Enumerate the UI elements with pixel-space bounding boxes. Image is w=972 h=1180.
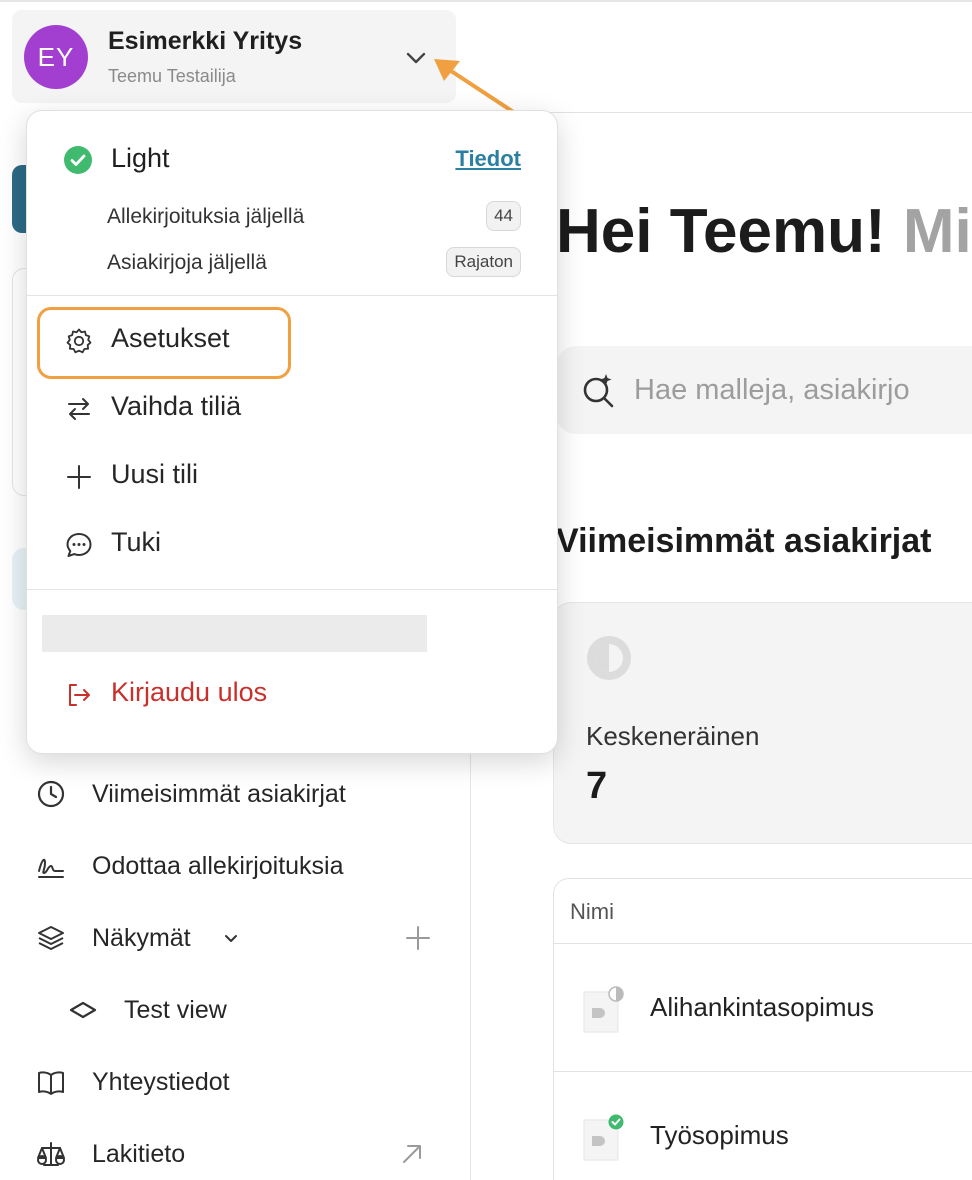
sidebar-item-legal[interactable]: Lakitieto [20, 1124, 440, 1180]
external-link-icon[interactable] [398, 1140, 426, 1168]
switch-arrows-icon [68, 398, 90, 420]
annotation-highlight [37, 307, 291, 379]
sidebar-item-contacts[interactable]: Yhteystiedot [20, 1052, 440, 1112]
document-in-progress-icon [583, 986, 624, 1033]
menu-item-support[interactable]: Tuki [37, 514, 547, 576]
chevron-down-icon[interactable] [223, 933, 239, 945]
section-title: Viimeisimmät asiakirjat [556, 522, 932, 560]
quota-label: Allekirjoituksia jäljellä [107, 205, 305, 228]
plus-icon[interactable] [404, 924, 432, 952]
menu-item-label: Kirjaudu ulos [111, 677, 268, 707]
menu-item-label: Tuki [111, 527, 162, 557]
stat-card-in-progress[interactable]: Keskeneräinen 7 [553, 602, 972, 844]
search-input[interactable] [634, 368, 972, 412]
plan-details-link[interactable]: Tiedot [455, 146, 521, 172]
sidebar-item-awaiting-signatures[interactable]: Odottaa allekirjoituksia [20, 836, 440, 896]
stat-label: Keskeneräinen [586, 721, 760, 751]
plus-icon [67, 465, 91, 489]
stat-value: 7 [586, 765, 608, 807]
chat-bubble-icon [66, 533, 92, 557]
account-switcher[interactable]: EY Esimerkki Yritys Teemu Testailija [12, 10, 456, 103]
menu-item-label: Uusi tili [111, 459, 199, 489]
company-name: Esimerkki Yritys [108, 27, 303, 55]
check-circle-icon [64, 146, 92, 174]
scale-icon [37, 1142, 65, 1166]
quota-badge: 44 [486, 201, 521, 231]
documents-table: Nimi Alihankintasopimus Työsopimus [553, 878, 972, 1180]
sidebar-item-label: Odottaa allekirjoituksia [92, 852, 344, 880]
half-circle-icon [587, 636, 631, 680]
sidebar-item-label: Yhteystiedot [92, 1068, 230, 1096]
sidebar-item-label: Test view [124, 996, 227, 1024]
greeting-subtext: Mit [902, 197, 972, 266]
divider [27, 295, 557, 296]
search-bar[interactable] [556, 346, 972, 434]
book-icon [38, 1071, 64, 1095]
sidebar-item-views[interactable]: Näkymät [20, 908, 440, 968]
user-name: Teemu Testailija [108, 66, 236, 86]
column-header-name[interactable]: Nimi [570, 899, 614, 925]
menu-item-switch-account[interactable]: Vaihda tiliä [37, 378, 547, 440]
clock-icon [37, 780, 65, 808]
diamond-icon [69, 1001, 97, 1019]
account-dropdown-menu: Light Tiedot Allekirjoituksia jäljellä 4… [26, 110, 558, 754]
sidebar-item-test-view[interactable]: Test view [20, 980, 440, 1040]
logout-icon [69, 684, 90, 706]
document-completed-icon [583, 1114, 624, 1161]
menu-item-label: Vaihda tiliä [111, 391, 242, 421]
top-border [0, 0, 972, 2]
loading-placeholder [42, 615, 427, 652]
page-title: Hei Teemu! Mit [556, 196, 972, 267]
sidebar-item-label: Lakitieto [92, 1140, 186, 1168]
layers-icon [38, 926, 64, 950]
sidebar-item-label: Näkymät [92, 924, 191, 952]
avatar: EY [24, 25, 88, 89]
document-name: Työsopimus [650, 1120, 789, 1150]
document-name: Alihankintasopimus [650, 992, 875, 1022]
search-sparkle-icon [583, 374, 614, 408]
plan-name: Light [111, 143, 170, 173]
divider [27, 589, 557, 590]
table-row[interactable]: Alihankintasopimus [554, 944, 972, 1072]
sidebar-item-recent-documents[interactable]: Viimeisimmät asiakirjat [20, 764, 440, 824]
greeting-text: Hei Teemu! [556, 197, 886, 266]
menu-item-new-account[interactable]: Uusi tili [37, 446, 547, 508]
menu-item-logout[interactable]: Kirjaudu ulos [37, 664, 547, 726]
sidebar-item-label: Viimeisimmät asiakirjat [92, 780, 346, 808]
table-row[interactable]: Työsopimus [554, 1072, 972, 1180]
chevron-down-icon[interactable] [404, 50, 428, 66]
signature-icon [38, 858, 64, 878]
quota-label: Asiakirjoja jäljellä [107, 251, 267, 274]
quota-badge: Rajaton [446, 247, 521, 277]
